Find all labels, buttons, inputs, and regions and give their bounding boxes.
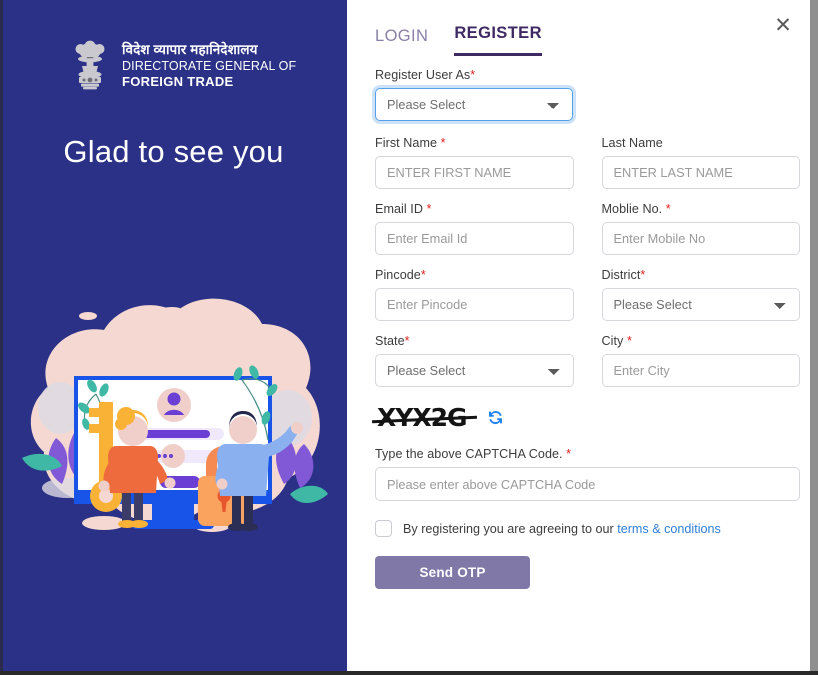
required-marker: * [640, 268, 646, 282]
required-marker: * [665, 202, 671, 216]
terms-row: By registering you are agreeing to our t… [375, 520, 800, 537]
captcha-image: XYX2G [371, 403, 477, 432]
field-city: City * [601, 334, 800, 387]
user-type-select[interactable]: Please Select [375, 88, 573, 121]
city-input[interactable] [601, 354, 800, 387]
register-modal: विदेश व्यापार महानिदेशालय DIRECTORATE GE… [0, 0, 818, 675]
refresh-icon[interactable] [485, 407, 506, 428]
field-user-type: Register User As* Please Select [375, 68, 573, 121]
row-contact: Email ID * Moblie No. * [375, 202, 800, 255]
brand-hindi-title: विदेश व्यापार महानिदेशालय [122, 42, 258, 58]
send-otp-button[interactable]: Send OTP [375, 556, 530, 589]
last-name-input[interactable] [601, 156, 800, 189]
mobile-input[interactable] [601, 222, 800, 255]
field-last-name: Last Name [601, 136, 800, 189]
field-captcha: Type the above CAPTCHA Code. * [375, 447, 800, 501]
label-district: District* [601, 268, 646, 282]
tab-login[interactable]: LOGIN [375, 27, 428, 56]
registration-form: Register User As* Please Select First Na… [371, 56, 800, 589]
first-name-input[interactable] [375, 156, 574, 189]
label-user-type: Register User As* [375, 68, 476, 82]
register-form-panel: ✕ LOGIN REGISTER Register User As* Pleas… [347, 0, 818, 675]
label-pincode: Pincode* [375, 268, 426, 282]
captcha-input[interactable] [375, 467, 800, 501]
required-marker: * [420, 268, 426, 282]
terms-checkbox[interactable] [375, 520, 392, 537]
label-city: City * [601, 334, 632, 348]
field-district: District* Please Select [601, 268, 800, 321]
required-marker: * [404, 334, 410, 348]
branding-panel: विदेश व्यापार महानिदेशालय DIRECTORATE GE… [0, 0, 347, 675]
label-email: Email ID * [375, 202, 432, 216]
page-scrollbar-edge[interactable] [810, 0, 818, 675]
label-first-name: First Name * [375, 136, 446, 150]
auth-tabs: LOGIN REGISTER [375, 0, 800, 56]
close-icon[interactable]: ✕ [770, 12, 796, 38]
tab-register[interactable]: REGISTER [454, 24, 542, 56]
captcha-display-row: XYX2G [371, 400, 800, 434]
email-input[interactable] [375, 222, 574, 255]
row-name: First Name * Last Name [375, 136, 800, 189]
row-location-1: Pincode* District* Please Select [375, 268, 800, 321]
field-pincode: Pincode* [375, 268, 574, 321]
label-captcha: Type the above CAPTCHA Code. * [375, 447, 572, 461]
state-select[interactable]: Please Select [375, 354, 574, 387]
india-national-emblem-icon [70, 40, 110, 92]
district-select[interactable]: Please Select [601, 288, 800, 321]
terms-text: By registering you are agreeing to our t… [403, 522, 721, 536]
terms-and-conditions-link[interactable]: terms & conditions [617, 522, 721, 536]
required-marker: * [626, 334, 632, 348]
row-location-2: State* Please Select City * [375, 334, 800, 387]
label-state: State* [375, 334, 410, 348]
label-mobile: Moblie No. * [601, 202, 671, 216]
pincode-input[interactable] [375, 288, 574, 321]
brand-line-1: DIRECTORATE GENERAL OF [122, 58, 297, 73]
field-email: Email ID * [375, 202, 574, 255]
brand-block: विदेश व्यापार महानिदेशालय DIRECTORATE GE… [0, 0, 347, 92]
required-marker: * [566, 447, 572, 461]
field-first-name: First Name * [375, 136, 574, 189]
label-last-name: Last Name [601, 136, 663, 150]
brand-line-2: FOREIGN TRADE [122, 73, 234, 89]
required-marker: * [426, 202, 432, 216]
login-security-illustration [0, 268, 347, 538]
field-state: State* Please Select [375, 334, 574, 387]
terms-static-text: By registering you are agreeing to our [403, 521, 614, 536]
window-bottom-edge [0, 671, 818, 675]
field-mobile: Moblie No. * [601, 202, 800, 255]
hero-headline: Glad to see you [63, 134, 284, 169]
window-left-edge [0, 0, 3, 675]
required-marker: * [440, 136, 446, 150]
required-marker: * [470, 68, 476, 82]
